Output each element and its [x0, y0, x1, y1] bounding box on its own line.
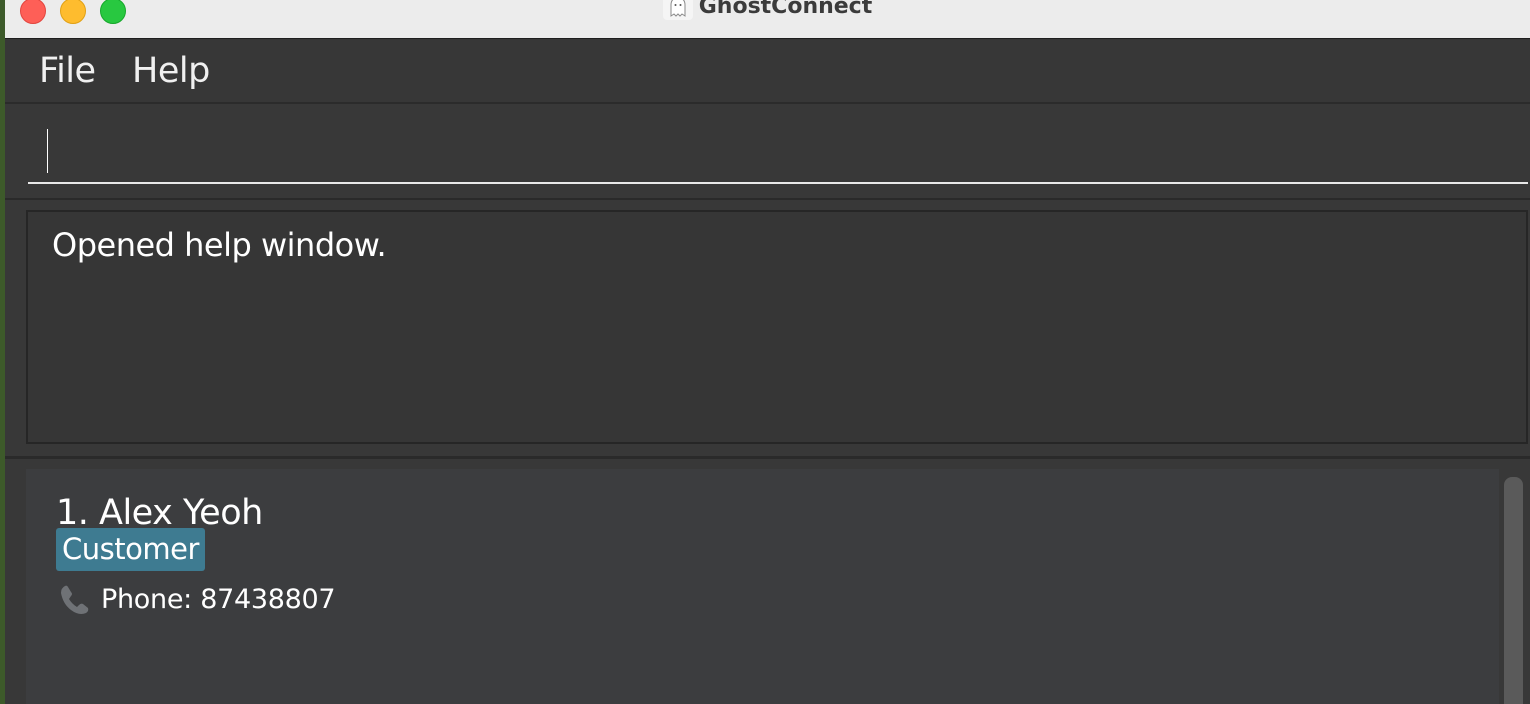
window-title: GhostConnect: [698, 0, 873, 19]
ghost-icon: [662, 0, 693, 20]
menu-help[interactable]: Help: [132, 51, 210, 91]
list-scrollbar[interactable]: [1504, 477, 1523, 704]
result-message: Opened help window.: [52, 226, 387, 264]
command-input[interactable]: [28, 118, 1528, 184]
tag-badge: Customer: [56, 528, 205, 571]
phone-icon: [61, 585, 89, 614]
person-card[interactable]: 1. Alex Yeoh Customer Phone: 87438807: [26, 469, 1499, 704]
window-title-group: GhostConnect: [5, 0, 1530, 20]
menu-bar: File Help: [5, 39, 1530, 104]
person-name: 1. Alex Yeoh: [56, 493, 263, 533]
title-bar: GhostConnect: [5, 0, 1530, 39]
person-list[interactable]: 1. Alex Yeoh Customer Phone: 87438807: [5, 459, 1530, 704]
result-display[interactable]: Opened help window.: [26, 210, 1528, 444]
phone-number: Phone: 87438807: [101, 584, 336, 615]
result-display-panel: Opened help window.: [5, 200, 1530, 459]
command-box: [5, 104, 1530, 200]
text-caret: [47, 129, 48, 173]
menu-file[interactable]: File: [39, 51, 96, 91]
app-window: GhostConnect File Help Opened help windo…: [5, 0, 1530, 704]
